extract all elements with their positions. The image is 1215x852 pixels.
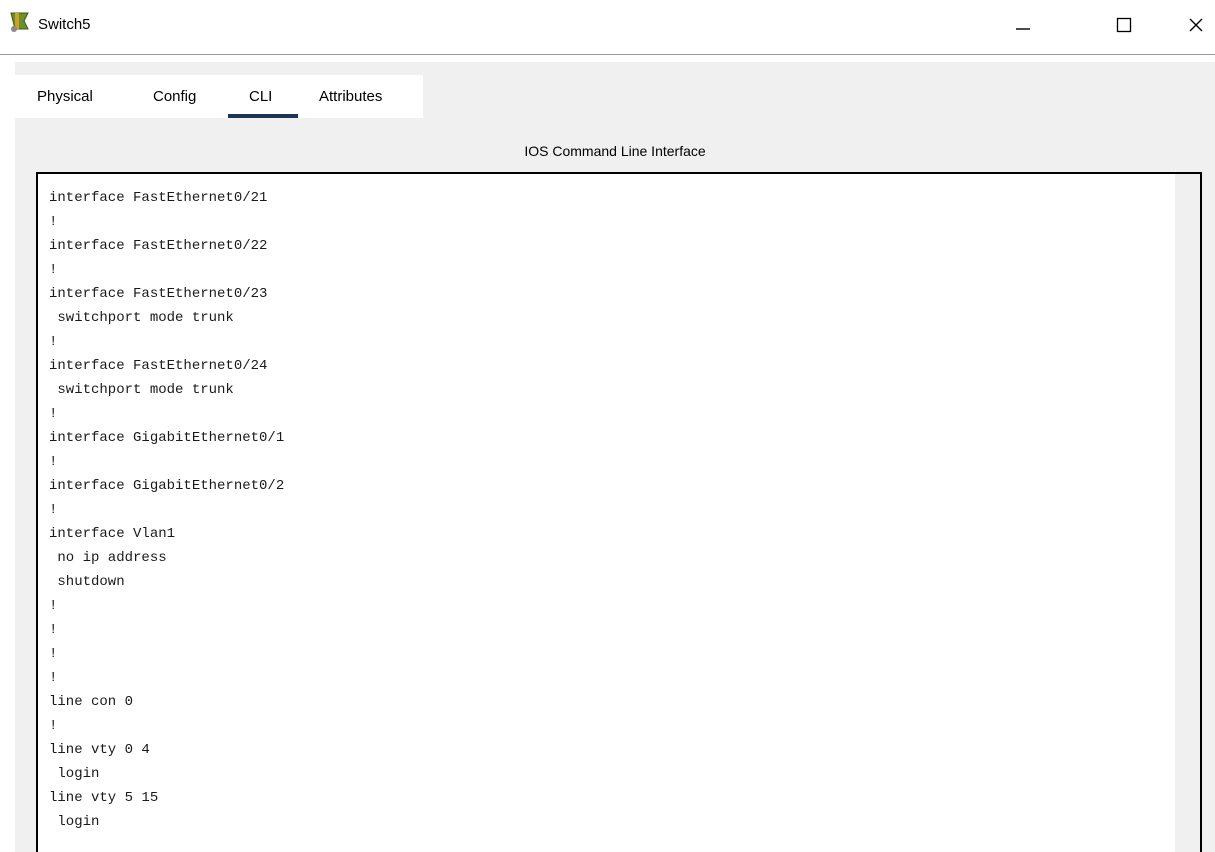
tab-cli[interactable]: CLI [249, 88, 272, 105]
app-window: Switch5 Physical Config CLI Attributes I… [0, 0, 1215, 852]
tab-bar: Physical Config CLI Attributes [15, 75, 423, 118]
tab-attributes[interactable]: Attributes [319, 88, 382, 105]
cli-section-title: IOS Command Line Interface [524, 143, 706, 159]
terminal-line: ! [49, 334, 58, 350]
terminal-line: ! [49, 406, 58, 422]
window-title: Switch5 [38, 16, 91, 33]
terminal-line: ! [49, 598, 58, 614]
terminal-line: line con 0 [49, 694, 134, 710]
terminal-line: ! [49, 670, 58, 686]
terminal-output: interface FastEthernet0/21! interface Fas… [49, 186, 284, 834]
terminal-line: ! [49, 502, 58, 518]
maximize-button[interactable] [1104, 8, 1144, 42]
terminal-line: line vty 5 15 [49, 790, 159, 806]
minimize-icon [1016, 28, 1030, 30]
terminal-line: login [49, 766, 100, 782]
title-bar[interactable]: Switch5 [0, 0, 1215, 55]
terminal-line: ! [49, 454, 58, 470]
maximize-icon [1116, 17, 1132, 33]
terminal-line: interface FastEthernet0/24 [49, 358, 268, 374]
terminal-line: ! [49, 214, 58, 230]
active-tab-indicator [228, 114, 298, 118]
terminal-line: line vty 0 4 [49, 742, 150, 758]
terminal-line: ! [49, 718, 58, 734]
terminal-line: switchport mode trunk [49, 382, 234, 398]
terminal-line: no ip address [49, 550, 167, 566]
terminal-line: interface FastEthernet0/22 [49, 238, 268, 254]
terminal-line: login [49, 814, 100, 830]
close-button[interactable] [1176, 8, 1215, 42]
terminal-line: interface FastEthernet0/23 [49, 286, 268, 302]
minimize-button[interactable] [1003, 8, 1043, 42]
tab-config[interactable]: Config [153, 88, 196, 105]
terminal-line: interface FastEthernet0/21 [49, 190, 268, 206]
switch-app-icon [8, 9, 32, 33]
terminal-line: ! [49, 646, 58, 662]
terminal-line: shutdown [49, 574, 125, 590]
terminal-line: interface GigabitEthernet0/2 [49, 478, 285, 494]
terminal-line: ! [49, 262, 58, 278]
terminal-line: ! [49, 622, 58, 638]
terminal-line: interface GigabitEthernet0/1 [49, 430, 285, 446]
terminal-scrollbar[interactable] [1175, 174, 1200, 852]
terminal-line: switchport mode trunk [49, 310, 234, 326]
terminal-line: interface Vlan1 [49, 526, 176, 542]
close-icon [1189, 18, 1203, 32]
cli-terminal[interactable]: interface FastEthernet0/21! interface Fas… [36, 172, 1202, 852]
tab-physical[interactable]: Physical [37, 88, 93, 105]
